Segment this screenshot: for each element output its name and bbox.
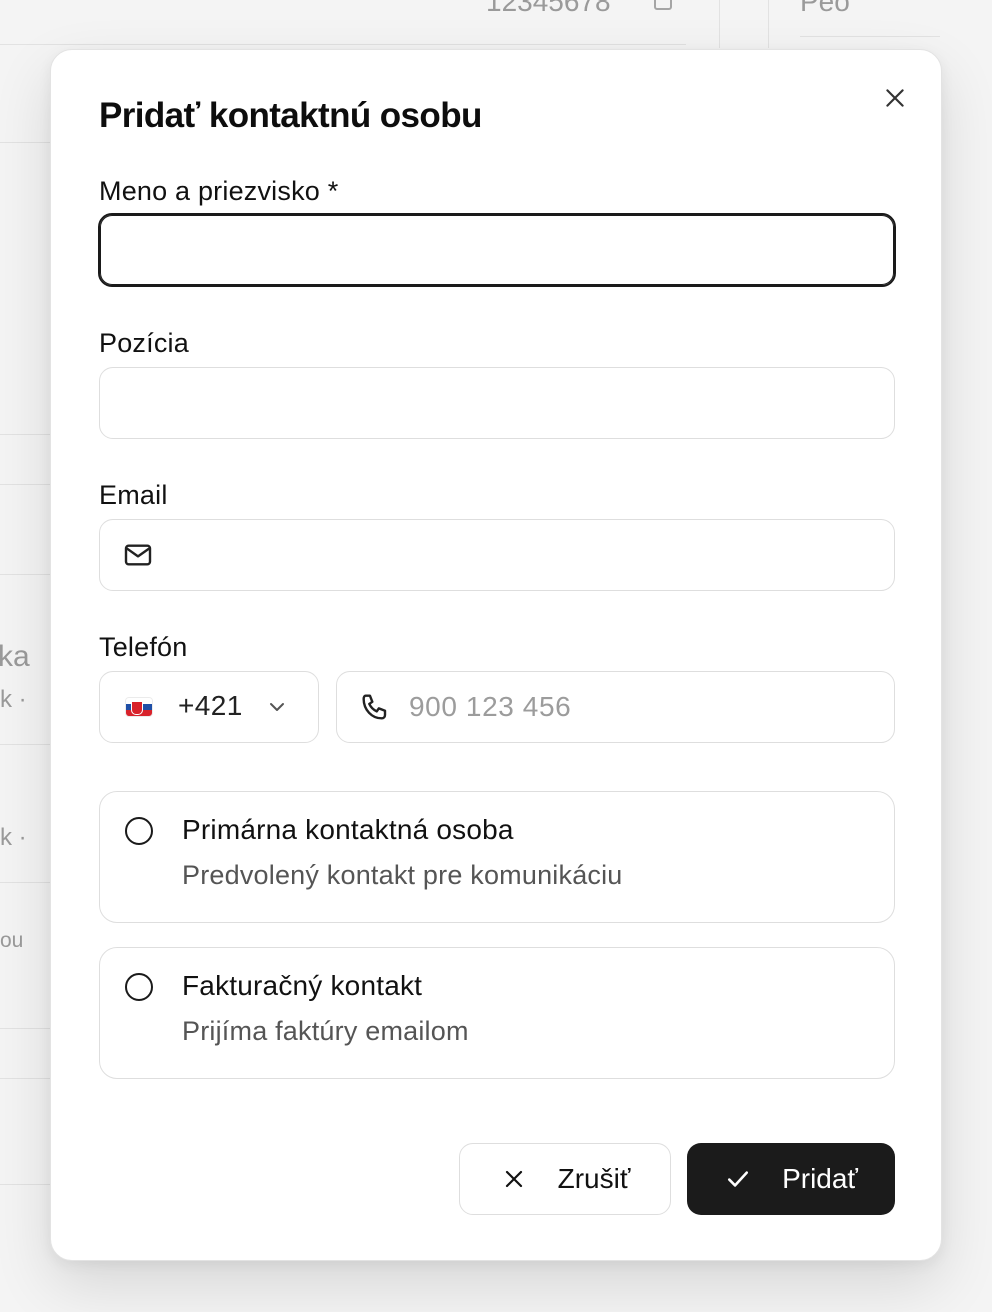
phone-input[interactable] xyxy=(337,672,894,742)
close-button[interactable] xyxy=(877,80,913,116)
bg-divider xyxy=(0,1028,50,1029)
add-button[interactable]: Pridať xyxy=(687,1143,895,1215)
bg-partial-text: ou xyxy=(0,929,24,952)
email-label: Email xyxy=(99,480,168,510)
copy-icon xyxy=(654,0,672,10)
bg-partial-text: k · xyxy=(0,686,27,713)
position-field xyxy=(99,367,895,439)
option-title: Fakturačný kontakt xyxy=(182,970,423,1001)
bg-divider xyxy=(0,1184,50,1185)
position-input[interactable] xyxy=(100,368,894,438)
phone-field xyxy=(336,671,895,743)
x-icon xyxy=(500,1165,528,1193)
dialog-title: Pridať kontaktnú osobu xyxy=(99,96,482,135)
bg-divider xyxy=(0,434,50,435)
option-description: Predvolený kontakt pre komunikáciu xyxy=(182,860,623,890)
name-input[interactable] xyxy=(100,215,894,285)
slovakia-flag-icon xyxy=(126,698,152,716)
bg-divider xyxy=(0,744,50,745)
add-label: Pridať xyxy=(782,1163,858,1194)
close-icon xyxy=(886,89,904,107)
bg-divider xyxy=(800,36,940,37)
bg-divider xyxy=(0,44,686,45)
dial-code: +421 xyxy=(178,690,243,721)
billing-contact-radio[interactable] xyxy=(125,973,153,1001)
email-field xyxy=(99,519,895,591)
billing-contact-option[interactable]: Fakturačný kontakt Prijíma faktúry email… xyxy=(99,947,895,1079)
bg-column-text: Peo xyxy=(800,0,850,17)
phone-label: Telefón xyxy=(99,632,188,662)
bg-partial-text: ka xyxy=(0,640,30,673)
option-title: Primárna kontaktná osoba xyxy=(182,814,514,845)
bg-divider xyxy=(0,484,50,485)
email-input[interactable] xyxy=(100,520,894,590)
name-field xyxy=(98,213,896,287)
country-code-select[interactable]: +421 xyxy=(99,671,319,743)
bg-divider xyxy=(0,882,50,883)
chevron-down-icon xyxy=(264,694,290,720)
position-label: Pozícia xyxy=(99,328,189,358)
check-icon xyxy=(724,1165,752,1193)
cancel-label: Zrušiť xyxy=(557,1163,631,1194)
primary-contact-radio[interactable] xyxy=(125,817,153,845)
option-description: Prijíma faktúry emailom xyxy=(182,1016,469,1046)
bg-divider xyxy=(719,0,720,48)
bg-divider xyxy=(768,0,769,48)
primary-contact-option[interactable]: Primárna kontaktná osoba Predvolený kont… xyxy=(99,791,895,923)
bg-partial-text: k · xyxy=(0,824,27,851)
bg-id-number: 12345678 xyxy=(486,0,611,17)
bg-divider xyxy=(0,142,50,143)
name-label: Meno a priezvisko * xyxy=(99,176,339,206)
cancel-button[interactable]: Zrušiť xyxy=(459,1143,671,1215)
add-contact-dialog: Pridať kontaktnú osobu Meno a priezvisko… xyxy=(50,49,942,1261)
bg-divider xyxy=(0,1078,50,1079)
bg-divider xyxy=(0,574,50,575)
